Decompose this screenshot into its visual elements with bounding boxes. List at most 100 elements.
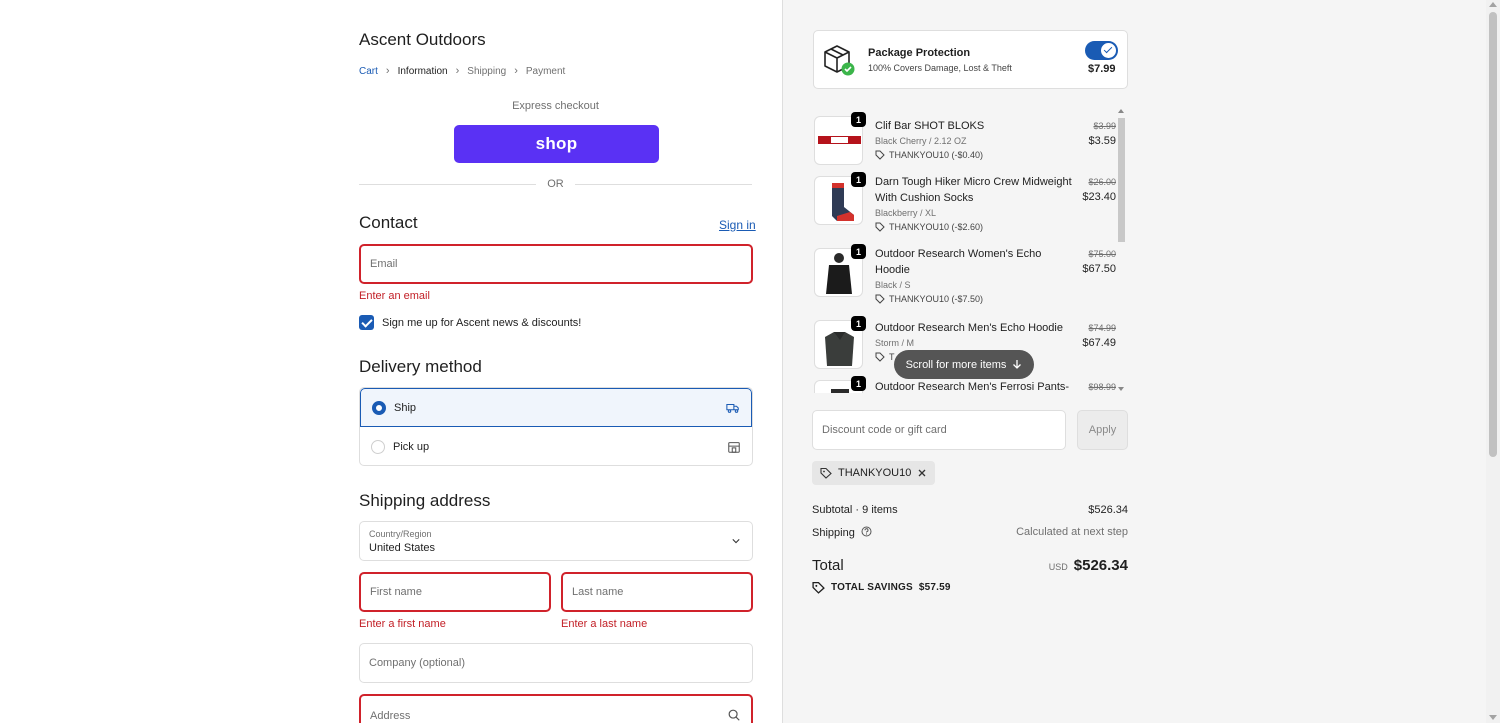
- total-value: $526.34: [1073, 557, 1128, 574]
- tag-icon: [875, 222, 885, 232]
- pickup-label: Pick up: [393, 440, 430, 453]
- item-price: $67.49: [1082, 337, 1116, 349]
- tag-icon: [820, 467, 832, 479]
- delivery-option-pickup[interactable]: Pick up: [360, 427, 752, 465]
- item-discount: THANKYOU10 (-$7.50): [875, 294, 983, 304]
- package-protection-card: Package Protection 100% Covers Damage, L…: [813, 30, 1128, 89]
- total-savings: TOTAL SAVINGS $57.59: [812, 581, 951, 594]
- newsletter-row: Sign me up for Ascent news & discounts!: [359, 315, 581, 330]
- scroll-more-button[interactable]: Scroll for more items: [894, 350, 1034, 379]
- chevron-right-icon: ›: [455, 65, 460, 77]
- item-discount: THANKYOU10 (-$0.40): [875, 150, 983, 160]
- last-name-field[interactable]: Last name: [561, 572, 753, 612]
- country-value: United States: [369, 542, 436, 554]
- first-name-error: Enter a first name: [359, 618, 446, 630]
- item-old-price: $74.99: [1088, 323, 1116, 333]
- apply-button[interactable]: Apply: [1077, 410, 1128, 450]
- package-protection-subtitle: 100% Covers Damage, Lost & Theft: [868, 63, 1012, 73]
- applied-discount-chip: THANKYOU10: [812, 461, 936, 485]
- total-value-group: USD $526.34: [1049, 557, 1128, 574]
- item-price: $23.40: [1082, 191, 1116, 203]
- item-price: $3.59: [1088, 135, 1116, 147]
- item-variant: Black Cherry / 2.12 OZ: [875, 136, 967, 146]
- scroll-down-arrow-icon[interactable]: [1118, 387, 1124, 391]
- scroll-down-arrow-icon[interactable]: [1489, 715, 1497, 720]
- item-price: $67.50: [1082, 263, 1116, 275]
- close-icon[interactable]: [917, 468, 927, 478]
- help-icon[interactable]: [861, 526, 872, 537]
- company-placeholder: Company (optional): [369, 657, 465, 669]
- checkout-main: Ascent Outdoors Cart › Information › Shi…: [0, 0, 782, 723]
- items-scrollbar[interactable]: [1116, 108, 1128, 393]
- search-icon: [728, 709, 740, 721]
- first-name-placeholder: First name: [370, 586, 422, 598]
- ship-radio[interactable]: [372, 400, 386, 415]
- item-old-price: $75.00: [1088, 249, 1116, 259]
- quantity-badge: 1: [851, 244, 866, 259]
- truck-icon: [726, 403, 739, 413]
- scroll-more-label: Scroll for more items: [905, 358, 1007, 371]
- scroll-up-arrow-icon[interactable]: [1118, 109, 1124, 113]
- item-discount: THANKYOU10 (-$2.60): [875, 222, 983, 232]
- ship-label: Ship: [394, 401, 417, 414]
- newsletter-label[interactable]: Sign me up for Ascent news & discounts!: [382, 317, 581, 329]
- breadcrumb-shipping: Shipping: [467, 65, 507, 77]
- shop-pay-button[interactable]: shop: [454, 125, 659, 163]
- contact-title: Contact: [359, 213, 418, 232]
- first-name-field[interactable]: First name: [359, 572, 551, 612]
- package-protection-toggle[interactable]: [1085, 41, 1118, 60]
- email-field[interactable]: Email: [359, 244, 753, 284]
- tag-icon: [875, 352, 885, 362]
- package-protection-price: $7.99: [1088, 63, 1116, 75]
- company-field[interactable]: Company (optional): [359, 643, 753, 683]
- pickup-radio[interactable]: [371, 439, 385, 454]
- item-discount-text: THANKYOU10 (-$7.50): [889, 294, 984, 304]
- quantity-badge: 1: [851, 376, 866, 391]
- total-label: Total: [812, 557, 844, 574]
- breadcrumb-information: Information: [397, 65, 448, 77]
- breadcrumb-cart[interactable]: Cart: [359, 66, 378, 77]
- address-field[interactable]: Address: [359, 694, 753, 723]
- sign-in-link[interactable]: Sign in: [719, 218, 756, 232]
- savings-value: $57.59: [918, 582, 951, 593]
- items-scroll-thumb[interactable]: [1118, 118, 1125, 242]
- shipping-label: Shipping: [812, 527, 855, 539]
- store-name[interactable]: Ascent Outdoors: [359, 30, 486, 50]
- delivery-options: Ship Pick up: [359, 387, 753, 466]
- item-discount-text: THANKYOU10 (-$2.60): [889, 222, 984, 232]
- or-divider: OR: [359, 178, 752, 192]
- discount-placeholder: Discount code or gift card: [822, 424, 947, 436]
- newsletter-checkbox[interactable]: [359, 315, 374, 330]
- last-name-placeholder: Last name: [572, 586, 624, 598]
- item-discount-text: THANKYOU10 (-$0.40): [889, 150, 984, 160]
- item-name: Outdoor Research Women's Echo Hoodie: [875, 248, 1042, 276]
- item-name: Clif Bar SHOT BLOKS: [875, 120, 985, 132]
- item-name: Darn Tough Hiker Micro Crew Midweight Wi…: [875, 176, 1072, 204]
- currency-code: USD: [1048, 562, 1068, 572]
- list-item: 1 Darn Tough Hiker Micro Crew Midweight …: [812, 172, 1116, 244]
- item-variant: Storm / M: [875, 338, 915, 348]
- scroll-up-arrow-icon[interactable]: [1489, 2, 1497, 7]
- package-protection-title: Package Protection: [868, 47, 971, 59]
- delivery-title: Delivery method: [359, 357, 482, 376]
- shipping-row: Shipping Calculated at next step: [812, 526, 1128, 539]
- country-select[interactable]: Country/Region United States: [359, 521, 753, 561]
- item-name: Outdoor Research Men's Ferrosi Pants-: [875, 381, 1070, 393]
- breadcrumb: Cart › Information › Shipping › Payment: [359, 65, 565, 77]
- subtotal-label: Subtotal · 9 items: [812, 504, 898, 516]
- chevron-right-icon: ›: [514, 65, 518, 77]
- item-old-price: $3.99: [1093, 121, 1116, 131]
- express-checkout-label: Express checkout: [512, 100, 599, 112]
- page-scroll-thumb[interactable]: [1489, 12, 1497, 457]
- address-placeholder: Address: [370, 710, 411, 722]
- store-icon: [728, 441, 740, 453]
- subtotal-value: $526.34: [1088, 504, 1128, 516]
- page-scrollbar[interactable]: [1486, 0, 1500, 723]
- arrow-down-icon: [1013, 360, 1022, 369]
- delivery-option-ship[interactable]: Ship: [360, 388, 752, 427]
- item-old-price: $26.00: [1088, 177, 1116, 187]
- list-item: 1 Clif Bar SHOT BLOKS Black Cherry / 2.1…: [812, 112, 1116, 172]
- discount-code-input[interactable]: Discount code or gift card: [812, 410, 1066, 450]
- tag-icon: [875, 294, 885, 304]
- item-discount: T: [875, 352, 895, 362]
